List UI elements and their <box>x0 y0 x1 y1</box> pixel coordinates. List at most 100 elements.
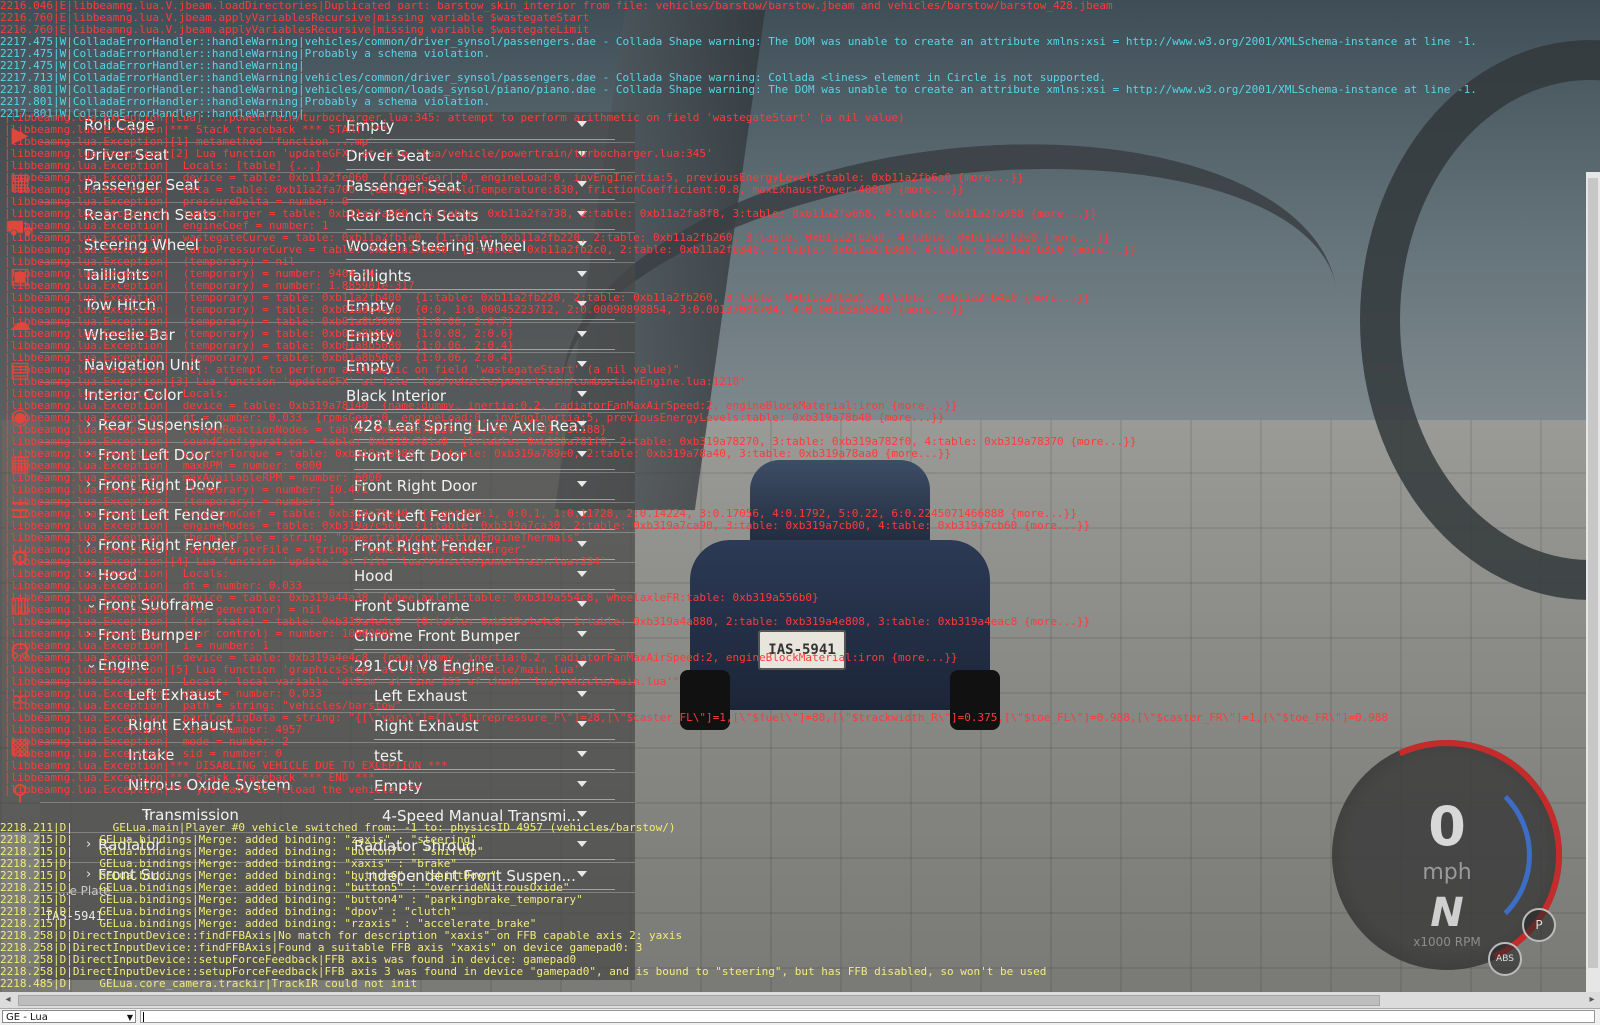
gear-icon[interactable]: ⚙ <box>0 535 40 582</box>
console-command-input[interactable] <box>140 1010 1595 1023</box>
config-row-hood: › Hood Hood <box>40 562 635 593</box>
config-part-select[interactable]: Empty <box>346 352 615 382</box>
vehicle-config-icon[interactable]: ▣ <box>0 253 40 300</box>
config-part-value: Empty <box>346 327 395 345</box>
select-underline <box>354 499 615 500</box>
lua-context-select[interactable]: GE - Lua ▼ <box>2 1010 136 1023</box>
play-icon[interactable]: ▶ <box>0 112 40 159</box>
pin-icon[interactable]: ⚲ <box>0 770 40 817</box>
chevron-right-icon[interactable]: › <box>86 627 91 642</box>
config-part-value: Taillights <box>346 267 412 285</box>
config-row-navigation-unit: Navigation Unit Empty <box>40 352 635 383</box>
car-body <box>690 540 990 710</box>
config-row-front-right-fender: › Front Right Fender Front Right Fender <box>40 532 635 563</box>
vehicle-config-panel: Roll Cage Empty Driver Seat Driver Seat Pass… <box>40 112 635 980</box>
console-horizontal-scrollbar[interactable]: ◂ ▸ <box>0 992 1600 1008</box>
bar-chart-icon[interactable]: ▥ <box>0 582 40 629</box>
calendar-icon[interactable]: ▦ <box>0 441 40 488</box>
dropdown-arrow-icon <box>577 541 587 547</box>
dropdown-arrow-icon <box>577 121 587 127</box>
config-part-select[interactable]: Black Interior <box>346 382 615 412</box>
config-label: Transmission <box>142 806 239 824</box>
config-part-select[interactable]: Left Exhaust <box>374 682 615 712</box>
config-part-select[interactable]: Passenger Seat <box>346 172 615 202</box>
config-part-select[interactable]: Chrome Front Bumper <box>354 622 615 652</box>
config-part-select[interactable]: Hood <box>354 562 615 592</box>
config-part-select[interactable]: Front Left Fender <box>354 502 615 532</box>
config-part-value: Right Exhaust <box>374 717 479 735</box>
config-part-select[interactable]: Radiator Shroud <box>354 832 615 862</box>
config-part-select[interactable]: Wooden Steering Wheel <box>346 232 615 262</box>
config-part-value: Rear Bench Seats <box>346 207 479 225</box>
config-label: Hood <box>98 566 138 584</box>
chevron-down-icon[interactable]: ⌄ <box>86 657 97 672</box>
chevron-right-icon[interactable]: › <box>86 417 91 432</box>
speed-unit: mph <box>1422 860 1472 885</box>
chevron-right-icon[interactable]: › <box>86 477 91 492</box>
config-label: Roll Cage <box>84 116 155 134</box>
config-part-select[interactable]: test <box>374 742 615 772</box>
config-part-select[interactable]: Front Right Fender <box>354 532 615 562</box>
config-part-select[interactable]: Empty <box>346 292 615 322</box>
config-part-value: Front Right Door <box>354 477 478 495</box>
config-part-select[interactable]: Front Left Door <box>354 442 615 472</box>
dropdown-arrow-icon <box>577 871 587 877</box>
dropdown-arrow-icon <box>577 781 587 787</box>
dropdown-arrow-icon <box>577 661 587 667</box>
chip-icon[interactable]: ▩ <box>0 723 40 770</box>
speedometer-gauge: 0 mph N x1000 RPM P ABS <box>1299 707 1595 1003</box>
sliders-icon[interactable]: ☰ <box>0 488 40 535</box>
console-vertical-scrollbar[interactable] <box>1586 172 1600 992</box>
config-part-select[interactable]: Taillights <box>346 262 615 292</box>
config-part-select[interactable]: ...ndependent Front Suspen... <box>354 862 615 892</box>
text-caret <box>143 1012 144 1022</box>
config-part-select[interactable]: Front Right Door <box>354 472 615 502</box>
scroll-right-arrow-icon[interactable]: ▸ <box>1586 994 1598 1006</box>
lua-context-value: GE - Lua <box>6 1012 48 1023</box>
chevron-down-icon[interactable]: ⌄ <box>86 597 97 612</box>
vscroll-thumb[interactable] <box>1588 178 1598 968</box>
config-part-value: Empty <box>346 297 395 315</box>
config-label: Front Subframe <box>98 596 214 614</box>
config-label: Front Left Fender <box>98 506 226 524</box>
chevron-right-icon[interactable]: › <box>86 447 91 462</box>
config-part-select[interactable]: Right Exhaust <box>374 712 615 742</box>
dropdown-arrow-icon <box>577 301 587 307</box>
config-label: Front Left Door <box>98 446 210 464</box>
dropdown-arrow-icon <box>577 721 587 727</box>
chevron-right-icon[interactable]: › <box>86 867 91 882</box>
hscroll-thumb[interactable] <box>18 995 1380 1006</box>
car-icon[interactable]: ⛟ <box>0 206 40 253</box>
config-part-select[interactable]: Front Subframe <box>354 592 615 622</box>
config-row-rear-bench-seats: Rear Bench Seats Rear Bench Seats <box>40 202 635 233</box>
config-part-select[interactable]: 291 CUI V8 Engine <box>354 652 615 682</box>
config-part-select[interactable]: Rear Bench Seats <box>346 202 615 232</box>
config-row-engine: ⌄ Engine 291 CUI V8 Engine <box>40 652 635 683</box>
link-icon[interactable]: ∞ <box>0 676 40 723</box>
config-label: Navigation Unit <box>84 356 201 374</box>
grid-icon[interactable]: ▤ <box>0 347 40 394</box>
cloud-icon[interactable]: ☁ <box>0 300 40 347</box>
film-icon[interactable]: ▦ <box>0 159 40 206</box>
scroll-left-arrow-icon[interactable]: ◂ <box>2 994 14 1006</box>
chevron-right-icon[interactable]: › <box>86 537 91 552</box>
chevron-right-icon[interactable]: › <box>86 507 91 522</box>
config-part-value: test <box>374 747 403 765</box>
config-part-select[interactable]: Empty <box>374 772 615 802</box>
camera-icon[interactable]: ◉ <box>0 394 40 441</box>
config-part-select[interactable]: 4-Speed Manual Transmi... <box>382 802 615 832</box>
config-part-value: Front Subframe <box>354 597 470 615</box>
chevron-right-icon[interactable]: › <box>86 837 91 852</box>
headset-icon[interactable]: ☊ <box>0 629 40 676</box>
config-part-select[interactable]: Driver Seat <box>346 142 615 172</box>
config-part-select[interactable]: Empty <box>346 112 615 142</box>
config-part-select[interactable]: Empty <box>346 322 615 352</box>
license-plate-input[interactable]: IAS-5941 <box>45 909 103 923</box>
dropdown-arrow-icon <box>577 481 587 487</box>
config-part-value: Front Left Door <box>354 447 466 465</box>
config-part-value: Wooden Steering Wheel <box>346 237 527 255</box>
config-label: Rear Suspension <box>98 416 223 434</box>
config-part-select[interactable]: 428 Leaf Spring Live Axle Rea... <box>354 412 615 442</box>
chevron-right-icon[interactable]: › <box>86 567 91 582</box>
config-label: Rear Bench Seats <box>84 206 217 224</box>
